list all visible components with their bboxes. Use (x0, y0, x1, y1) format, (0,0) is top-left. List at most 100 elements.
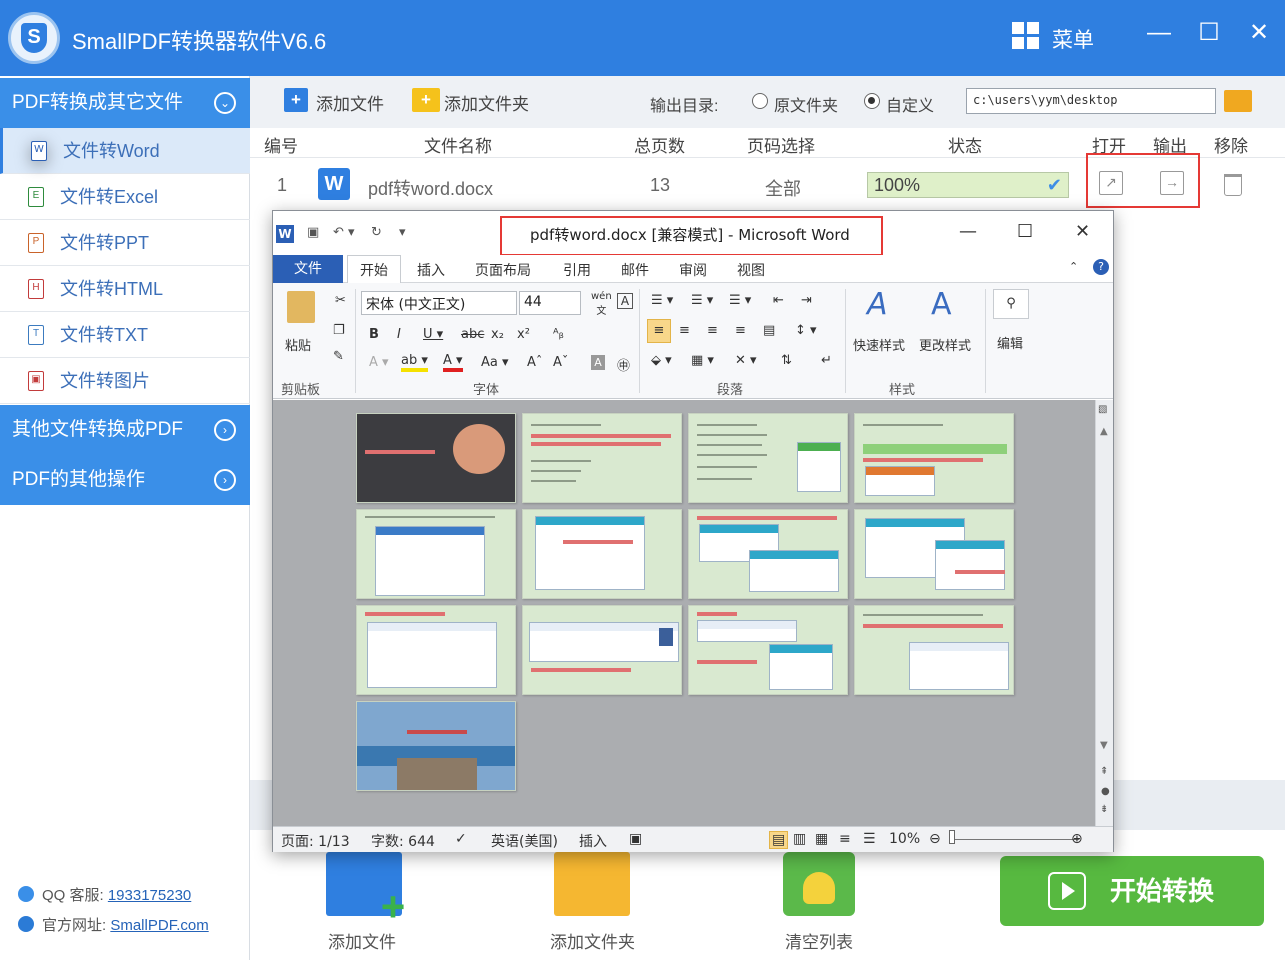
browse-folder-icon[interactable] (1224, 90, 1252, 112)
change-styles-icon[interactable]: A (931, 287, 952, 322)
align-right-icon[interactable]: ≡ (707, 323, 718, 338)
radio-original-folder[interactable]: 原文件夹 (752, 92, 838, 116)
borders-icon[interactable]: ▦ ▾ (691, 353, 714, 368)
insert-mode[interactable]: 插入 (579, 831, 607, 851)
sort-icon[interactable]: ⇅ (781, 353, 792, 368)
phonetic-guide-icon[interactable]: wén 文 (591, 291, 612, 317)
word-minimize-icon[interactable]: — (959, 221, 977, 242)
collapse-ribbon-icon[interactable]: ⌃ (1069, 260, 1078, 273)
minimize-icon[interactable]: — (1144, 18, 1174, 48)
scroll-down-icon[interactable]: ▼ (1100, 740, 1108, 751)
reading-view-icon[interactable]: ▥ (793, 831, 806, 847)
copy-icon[interactable]: ❐ (333, 323, 345, 338)
edit-label[interactable]: 编辑 (997, 333, 1023, 352)
add-file-big-icon[interactable]: + (326, 852, 405, 928)
zoom-slider[interactable] (951, 839, 1079, 840)
align-center-icon[interactable]: ≡ (679, 323, 690, 338)
grow-font-icon[interactable]: Aˆ (527, 355, 542, 370)
format-painter-icon[interactable]: ✎ (333, 349, 344, 364)
qat-dropdown-icon[interactable]: ▾ (399, 225, 406, 240)
open-external-icon[interactable]: ↗ (1099, 171, 1123, 195)
menu-grid-icon[interactable] (1012, 22, 1040, 50)
quick-styles-label[interactable]: 快速样式 (853, 335, 905, 354)
paste-icon[interactable] (287, 291, 315, 323)
add-file-big-label[interactable]: 添加文件 (328, 928, 396, 953)
strikethrough-icon[interactable]: abc (461, 327, 484, 342)
align-left-icon[interactable]: ≡ (647, 319, 671, 343)
tab-review[interactable]: 审阅 (679, 260, 707, 280)
ruler-toggle-icon[interactable]: ▧ (1098, 404, 1107, 415)
start-convert-button[interactable]: 开始转换 (1000, 856, 1264, 926)
prev-page-icon[interactable]: ⇞ (1100, 766, 1108, 777)
add-folder-big-icon[interactable] (554, 852, 630, 916)
add-folder-button[interactable]: + 添加文件夹 (412, 88, 529, 115)
zoom-level[interactable]: 10% (889, 831, 920, 847)
proofing-icon[interactable]: ✓ (455, 831, 467, 847)
row-page-range[interactable]: 全部 (765, 175, 801, 201)
increase-indent-icon[interactable]: ⇥ (801, 293, 812, 308)
sidebar-item-word[interactable]: W 文件转Word (0, 128, 250, 174)
redo-icon[interactable]: ↻ (371, 225, 382, 240)
website-link[interactable]: SmallPDF.com (110, 917, 208, 934)
output-folder-icon[interactable]: → (1160, 171, 1184, 195)
close-icon[interactable]: ✕ (1244, 18, 1274, 48)
radio-custom-folder[interactable]: 自定义 (864, 92, 934, 116)
add-folder-big-label[interactable]: 添加文件夹 (550, 928, 635, 953)
sidebar-item-txt[interactable]: T 文件转TXT (0, 312, 250, 358)
scroll-up-icon[interactable]: ▲ (1100, 426, 1108, 437)
show-marks-icon[interactable]: ↵ (821, 353, 832, 368)
draft-view-icon[interactable]: ☰ (863, 831, 876, 847)
document-area[interactable] (273, 400, 1095, 826)
italic-icon[interactable]: I (397, 327, 401, 342)
tab-layout[interactable]: 页面布局 (475, 260, 531, 280)
help-icon[interactable]: ? (1093, 259, 1109, 275)
cut-icon[interactable]: ✂ (335, 293, 346, 308)
multilevel-list-icon[interactable]: ☰ ▾ (729, 293, 751, 308)
trash-icon[interactable] (1224, 174, 1242, 196)
superscript-icon[interactable]: x² (517, 327, 530, 342)
justify-icon[interactable]: ≡ (735, 323, 746, 338)
undo-icon[interactable]: ↶ ▾ (333, 225, 355, 240)
sidebar-item-image[interactable]: ▣ 文件转图片 (0, 358, 250, 404)
menu-button[interactable]: 菜单 (1052, 24, 1094, 54)
text-effects-icon[interactable]: A ▾ (369, 355, 389, 370)
bold-icon[interactable]: B (369, 327, 379, 342)
underline-icon[interactable]: U ▾ (423, 327, 443, 342)
save-icon[interactable]: ▣ (307, 225, 319, 240)
decrease-indent-icon[interactable]: ⇤ (773, 293, 784, 308)
sidebar-item-excel[interactable]: E 文件转Excel (0, 174, 250, 220)
add-file-button[interactable]: + 添加文件 (284, 88, 384, 115)
tab-home[interactable]: 开始 (347, 255, 401, 284)
sidebar-section-pdf-to-other[interactable]: PDF转换成其它文件 ⌄ (0, 78, 250, 128)
change-case-icon[interactable]: Aa ▾ (481, 355, 509, 370)
next-page-icon[interactable]: ⇟ (1100, 804, 1108, 815)
maximize-icon[interactable]: ☐ (1194, 18, 1224, 48)
highlight-icon[interactable]: ab ▾ (401, 353, 428, 372)
binoculars-icon[interactable]: ⚲ (993, 289, 1029, 319)
tab-insert[interactable]: 插入 (417, 260, 445, 280)
change-styles-label[interactable]: 更改样式 (919, 335, 971, 354)
broom-icon[interactable] (783, 852, 855, 916)
macro-icon[interactable]: ▣ (629, 831, 642, 847)
chinese-layout-icon[interactable]: ✕ ▾ (735, 353, 757, 368)
sidebar-section-pdf-operations[interactable]: PDF的其他操作 › (0, 455, 250, 505)
qq-number-link[interactable]: 1933175230 (108, 887, 191, 904)
zoom-in-icon[interactable]: ⊕ (1071, 831, 1083, 847)
distributed-icon[interactable]: ▤ (763, 323, 775, 338)
word-count[interactable]: 字数: 644 (371, 831, 435, 851)
char-border-icon[interactable]: A (617, 293, 633, 309)
browse-object-icon[interactable]: ● (1101, 786, 1110, 797)
tab-file[interactable]: 文件 (273, 255, 343, 283)
print-layout-icon[interactable]: ▤ (769, 831, 789, 849)
char-shading-icon[interactable]: A (591, 355, 605, 370)
quick-styles-icon[interactable]: A (867, 287, 888, 322)
output-path-input[interactable]: c:\users\yym\desktop (966, 88, 1216, 114)
web-layout-icon[interactable]: ▦ (815, 831, 828, 847)
word-close-icon[interactable]: ✕ (1075, 221, 1090, 242)
word-window[interactable]: W ▣ ↶ ▾ ↻ ▾ pdf转word.docx [兼容模式] - Micro… (272, 210, 1114, 852)
paste-label[interactable]: 粘贴 (285, 335, 311, 354)
font-color-icon[interactable]: A ▾ (443, 353, 463, 372)
zoom-slider-thumb[interactable] (949, 830, 955, 844)
page-count[interactable]: 页面: 1/13 (281, 831, 350, 851)
tab-mailings[interactable]: 邮件 (621, 260, 649, 280)
